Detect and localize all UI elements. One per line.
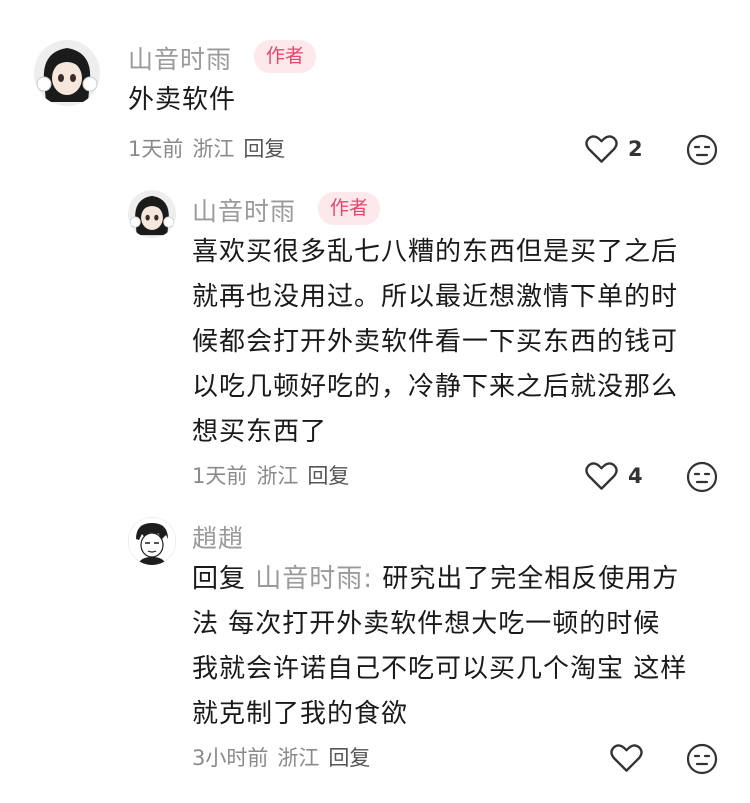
anime-avatar-icon — [34, 40, 100, 106]
comment-text-line: 以吃几顿好吃的，冷静下来之后就没那么 — [192, 372, 679, 402]
comment-text-line: 想买东西了 — [192, 417, 328, 447]
comment-text-line: 就再也没用过。所以最近想激情下单的时 — [192, 282, 679, 312]
like-button[interactable] — [610, 740, 643, 776]
reply-button[interactable]: 回复 — [243, 137, 285, 161]
avatar[interactable] — [128, 517, 176, 565]
heart-outline-icon — [585, 462, 618, 490]
comment-meta: 1天前 浙江 回复 — [128, 133, 294, 163]
comment-text-line: 我就会许诺自己不吃可以买几个淘宝 这样 — [192, 654, 688, 684]
comment-content: 回复 山音时雨: 研究出了完全相反使用方 法 每次打开外卖软件想大吃一顿的时候 … — [192, 557, 687, 737]
dislike-button[interactable] — [686, 743, 718, 775]
unhappy-face-icon — [686, 134, 718, 166]
comment-text-line: 回复 山音时雨: 研究出了完全相反使用方 — [192, 557, 687, 602]
like-button[interactable]: 4 — [585, 458, 643, 494]
comment-meta: 1天前 浙江 回复 — [192, 460, 358, 490]
reply-button[interactable]: 回复 — [328, 746, 370, 770]
comment-location: 浙江 — [192, 137, 235, 161]
comment-text-line: 法 每次打开外卖软件想大吃一顿的时候 — [192, 609, 661, 639]
comment-username[interactable]: 山音时雨 — [192, 192, 296, 228]
comment-location: 浙江 — [256, 464, 299, 488]
reply-button[interactable]: 回复 — [307, 464, 349, 488]
comment-text-line: 就克制了我的食欲 — [192, 699, 409, 729]
like-count: 4 — [628, 464, 643, 488]
comment-time: 1天前 — [192, 464, 248, 488]
unhappy-face-icon — [686, 743, 718, 775]
avatar[interactable] — [128, 190, 176, 238]
heart-outline-icon — [585, 135, 618, 163]
comment-username[interactable]: 山音时雨 — [128, 40, 232, 76]
reply-prefix: 回复 — [192, 564, 256, 594]
author-badge: 作者 — [318, 192, 381, 225]
comment-text: 研究出了完全相反使用方 — [373, 564, 680, 594]
sketch-avatar-icon — [128, 517, 176, 565]
comment-thread: 山音时雨 作者 外卖软件 1天前 浙江 回复 2 山音时雨 作者 喜欢买很多乱七… — [0, 0, 750, 803]
avatar[interactable] — [34, 40, 100, 106]
unhappy-face-icon — [686, 461, 718, 493]
author-badge: 作者 — [254, 40, 317, 73]
comment-location: 浙江 — [277, 746, 320, 770]
comment-text-line: 喜欢买很多乱七八糟的东西但是买了之后 — [192, 237, 679, 267]
comment-text-line: 候都会打开外卖软件看一下买东西的钱可 — [192, 327, 679, 357]
anime-avatar-icon — [128, 190, 176, 238]
dislike-button[interactable] — [686, 461, 718, 493]
comment-time: 1天前 — [128, 137, 184, 161]
comment-username[interactable]: 趙趙 — [192, 519, 244, 555]
heart-outline-icon — [610, 744, 643, 772]
comment-text-line: 外卖软件 — [128, 85, 237, 115]
like-count: 2 — [628, 137, 643, 161]
comment-content: 喜欢买很多乱七八糟的东西但是买了之后 就再也没用过。所以最近想激情下单的时 候都… — [192, 230, 678, 455]
like-button[interactable]: 2 — [585, 131, 643, 167]
comment-content: 外卖软件 — [128, 78, 236, 123]
reply-target-username[interactable]: 山音时雨: — [255, 564, 373, 594]
comment-meta: 3小时前 浙江 回复 — [192, 742, 379, 772]
dislike-button[interactable] — [686, 134, 718, 166]
comment-time: 3小时前 — [192, 746, 269, 770]
